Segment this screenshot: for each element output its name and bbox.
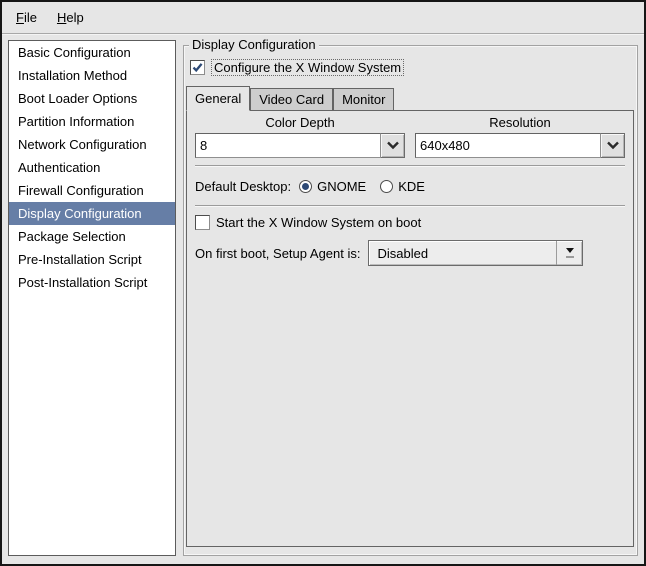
separator <box>195 165 625 167</box>
radio-icon[interactable] <box>380 179 394 193</box>
sidebar-item[interactable]: Pre-Installation Script <box>9 248 175 271</box>
combo-row: Color Depth Resolution <box>195 115 625 158</box>
tab-general[interactable]: General <box>186 86 251 111</box>
color-depth-combo <box>195 133 405 158</box>
radio-label: GNOME <box>317 178 367 194</box>
menu-help[interactable]: Help <box>47 5 94 30</box>
configure-x-checkbox-box[interactable] <box>190 60 205 75</box>
sidebar-item[interactable]: Boot Loader Options <box>9 87 175 110</box>
default-desktop-row: Default Desktop: GNOME KDE <box>195 174 625 198</box>
color-depth-dropdown-button[interactable] <box>381 133 405 158</box>
resolution-combo <box>415 133 625 158</box>
configure-x-checkbox[interactable]: Configure the X Window System <box>190 59 405 76</box>
default-desktop-label: Default Desktop: <box>195 178 292 194</box>
color-depth-label: Color Depth <box>265 115 335 130</box>
checkmark-icon <box>192 63 203 73</box>
chevron-down-icon <box>386 141 399 150</box>
sidebar-item[interactable]: Network Configuration <box>9 133 175 156</box>
setup-agent-value: Disabled <box>377 245 429 261</box>
kickstart-configurator-window: File Help Basic Configuration Installatio… <box>0 0 646 566</box>
sidebar-item[interactable]: Display Configuration <box>9 202 175 225</box>
tab-monitor[interactable]: Monitor <box>333 88 395 110</box>
default-desktop-radios: GNOME KDE <box>299 179 425 194</box>
tab-video-card[interactable]: Video Card <box>250 88 334 110</box>
tab-general-panel: Color Depth Resolution <box>186 110 634 547</box>
start-x-checkbox-box[interactable] <box>195 215 210 230</box>
start-x-checkbox[interactable]: Start the X Window System on boot <box>195 215 625 230</box>
start-x-label: Start the X Window System on boot <box>216 215 422 230</box>
option-menu-indicator <box>556 241 582 265</box>
sidebar-item[interactable]: Installation Method <box>9 64 175 87</box>
radio-option-gnome[interactable]: GNOME <box>299 179 366 194</box>
resolution-input[interactable] <box>415 133 601 158</box>
tab-bar: General Video Card Monitor <box>186 86 634 111</box>
sidebar-item[interactable]: Package Selection <box>9 225 175 248</box>
frame-title: Display Configuration <box>189 37 319 52</box>
resolution-group: Resolution <box>415 115 625 158</box>
sidebar-item[interactable]: Basic Configuration <box>9 41 175 64</box>
resolution-dropdown-button[interactable] <box>601 133 625 158</box>
radio-option-kde[interactable]: KDE <box>380 179 425 194</box>
resolution-label: Resolution <box>489 115 551 130</box>
sidebar-item[interactable]: Firewall Configuration <box>9 179 175 202</box>
setup-agent-row: On first boot, Setup Agent is: Disabled <box>195 240 625 266</box>
color-depth-input[interactable] <box>195 133 381 158</box>
sidebar-list[interactable]: Basic Configuration Installation Method Bo… <box>8 40 176 556</box>
configure-x-label: Configure the X Window System <box>211 59 405 76</box>
radio-label: KDE <box>398 178 425 194</box>
color-depth-group: Color Depth <box>195 115 405 158</box>
setup-agent-label: On first boot, Setup Agent is: <box>195 245 361 261</box>
chevron-down-icon <box>606 141 619 150</box>
notebook: General Video Card Monitor Color Depth 8… <box>186 86 634 547</box>
display-configuration-frame: Display Configuration Configure the X Wi… <box>183 37 638 556</box>
indicator-dash <box>565 256 574 258</box>
sidebar-item[interactable]: Partition Information <box>9 110 175 133</box>
radio-icon[interactable] <box>299 179 313 193</box>
menubar: File Help <box>2 2 644 34</box>
sidebar-item[interactable]: Authentication <box>9 156 175 179</box>
menu-file[interactable]: File <box>6 5 47 30</box>
setup-agent-dropdown[interactable]: Disabled <box>368 240 584 266</box>
separator <box>195 205 625 207</box>
sidebar-item[interactable]: Post-Installation Script <box>9 271 175 294</box>
arrow-down-icon <box>565 248 574 253</box>
